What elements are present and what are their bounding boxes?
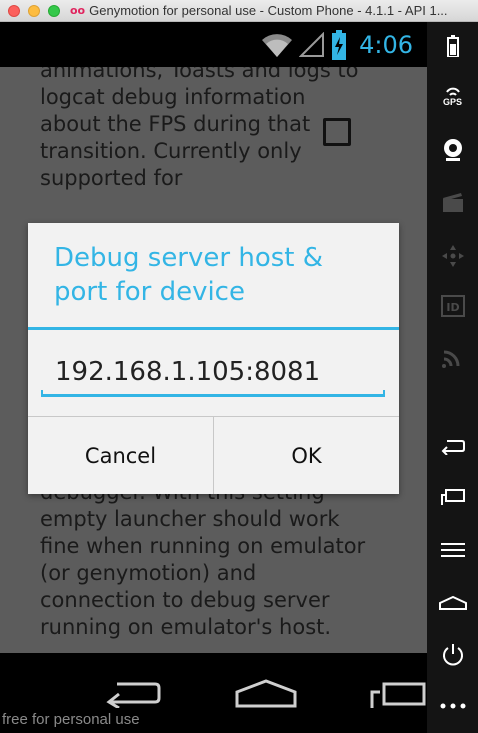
status-bar: 4:06 [0,22,427,67]
power-icon[interactable] [427,635,478,675]
ok-button[interactable]: OK [213,417,399,494]
gps-label: GPS [442,97,462,107]
genymotion-logo-icon: oo [70,4,86,17]
personal-use-watermark: free for personal use [2,711,140,728]
close-window-button[interactable] [8,4,20,17]
battery-charging-icon [332,29,347,60]
side-menu-icon[interactable] [427,530,478,570]
status-clock: 4:06 [359,30,413,59]
signal-icon [299,31,325,57]
cast-widget-icon[interactable] [427,337,478,377]
back-icon[interactable] [103,678,161,711]
gps-widget-icon[interactable]: GPS [427,77,478,117]
input-underline [41,390,385,397]
svg-text:ID: ID [446,301,459,314]
side-recent-apps-icon[interactable] [427,477,478,517]
recent-apps-icon[interactable] [370,678,427,711]
dpad-widget-icon[interactable] [427,236,478,276]
more-options-icon[interactable] [427,686,478,726]
window-title-bar: oo Genymotion for personal use - Custom … [0,0,478,22]
debug-server-dialog: Debug server host & port for device Canc… [28,223,399,494]
battery-widget-icon[interactable] [427,26,478,66]
capture-widget-icon[interactable] [427,182,478,222]
dialog-title: Debug server host & port for device [54,243,324,307]
setting-description-top: animations, Toasts and logs to logcat de… [40,67,359,190]
webcam-widget-icon[interactable] [427,130,478,170]
window-title: Genymotion for personal use - Custom Pho… [89,3,448,18]
minimize-window-button[interactable] [28,4,40,17]
side-back-icon[interactable] [427,426,478,466]
side-home-icon[interactable] [427,583,478,623]
cancel-button[interactable]: Cancel [28,417,213,494]
setting-checkbox[interactable] [323,118,351,146]
setting-description-bottom: debugger. With this setting empty launch… [40,480,366,639]
home-icon[interactable] [235,678,297,711]
device-id-widget-icon[interactable]: ID [427,286,478,326]
genymotion-sidebar: GPS ID [427,22,478,733]
dialog-buttons: Cancel OK [28,416,399,494]
window-controls [8,4,60,17]
wifi-icon [262,33,293,57]
dialog-title-divider [28,327,399,330]
host-port-input[interactable] [41,349,385,395]
maximize-window-button[interactable] [48,4,60,17]
